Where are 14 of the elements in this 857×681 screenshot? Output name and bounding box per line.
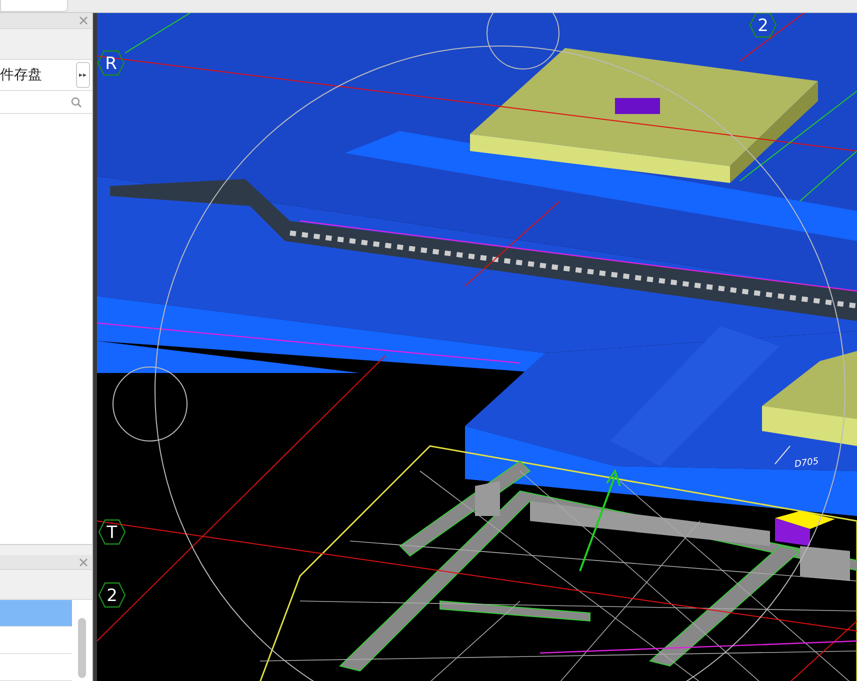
- close-icon[interactable]: [79, 558, 88, 567]
- panel-splitter[interactable]: [0, 545, 92, 555]
- tab[interactable]: [0, 0, 68, 12]
- axis-label: 2: [758, 16, 768, 36]
- dimension-label: D705: [794, 456, 820, 470]
- 3d-viewport[interactable]: 2 R T 2 D705: [97, 13, 857, 681]
- panel-row-text: 件存盘: [0, 66, 42, 84]
- axis-label: T: [106, 523, 118, 543]
- list-row[interactable]: [0, 600, 72, 627]
- axis-label: R: [105, 54, 117, 74]
- scrollbar-thumb[interactable]: [78, 618, 86, 678]
- axis-label: 2: [106, 586, 118, 606]
- close-icon[interactable]: [79, 16, 88, 25]
- search-icon: [71, 96, 82, 108]
